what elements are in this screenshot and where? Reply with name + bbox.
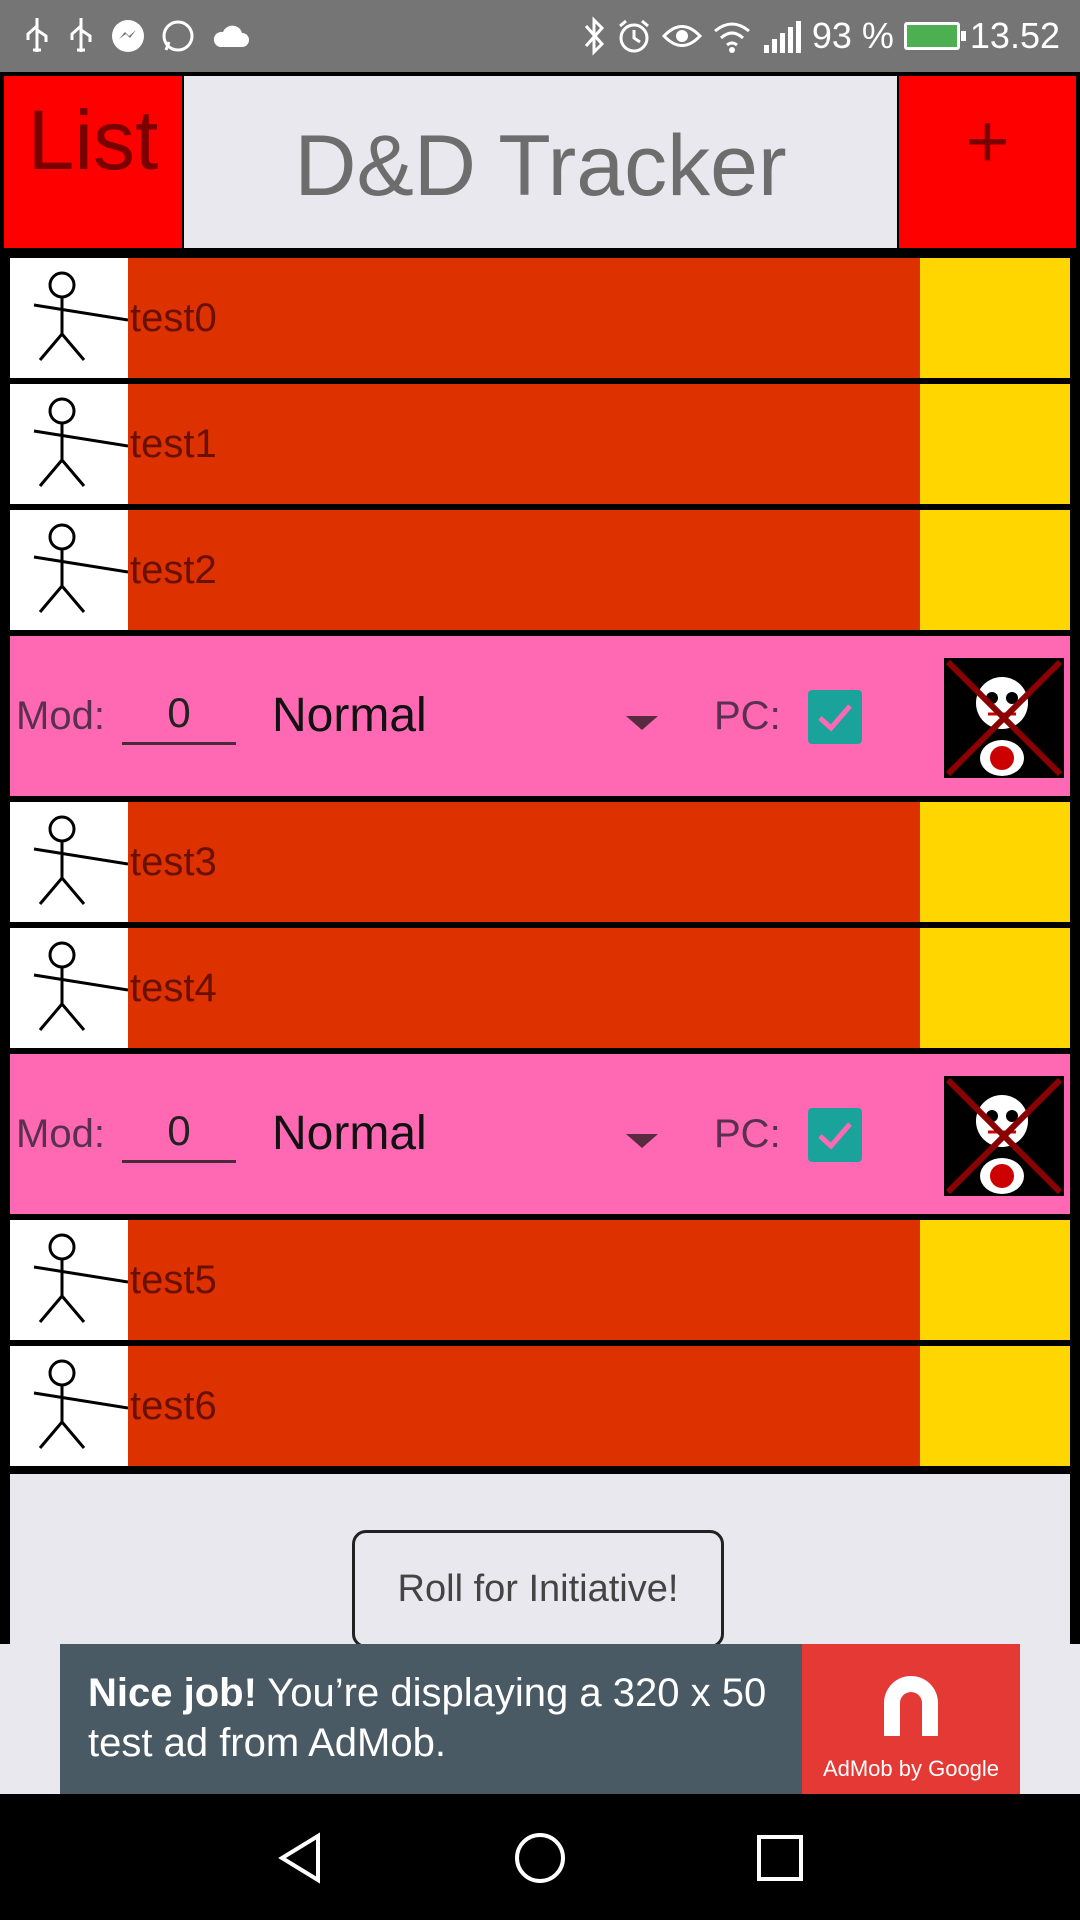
character-name[interactable]: test4	[128, 928, 920, 1048]
list-button[interactable]: List	[4, 76, 182, 248]
eye-icon	[661, 25, 702, 47]
character-detail-panel: Mod: 0 Normal PC:	[10, 636, 1070, 796]
notification-icons	[22, 14, 250, 58]
stick-figure-icon	[10, 802, 129, 922]
character-name[interactable]: test3	[128, 802, 920, 922]
list-item[interactable]: test6	[10, 1346, 1070, 1466]
advantage-select[interactable]: Normal	[272, 1106, 427, 1161]
app-frame: List D&D Tracker + test0 test1 test2 Mod…	[0, 72, 1080, 1702]
mod-label: Mod:	[16, 694, 105, 738]
back-icon[interactable]	[272, 1830, 328, 1886]
delete-character-icon[interactable]	[944, 658, 1064, 778]
status-bar: 93 % 13.52	[0, 0, 1080, 72]
ad-text: Nice job! You’re displaying a 320 x 50 t…	[88, 1668, 808, 1768]
home-icon[interactable]	[512, 1830, 568, 1886]
system-nav-bar	[0, 1794, 1080, 1920]
mod-label: Mod:	[16, 1112, 105, 1156]
initiative-box[interactable]	[920, 1220, 1070, 1340]
list-item[interactable]: test0	[10, 258, 1070, 378]
usb-icon	[26, 18, 48, 52]
stick-figure-icon	[10, 258, 129, 378]
initiative-box[interactable]	[920, 510, 1070, 630]
character-name[interactable]: test5	[128, 1220, 920, 1340]
wifi-icon	[713, 22, 750, 53]
list-item[interactable]: test1	[10, 384, 1070, 504]
stick-figure-icon	[10, 928, 129, 1048]
usb-icon	[70, 18, 92, 52]
character-name[interactable]: test2	[128, 510, 920, 630]
pc-label: PC:	[714, 1112, 781, 1156]
admob-logo: AdMob by Google	[802, 1644, 1020, 1794]
pc-label: PC:	[714, 694, 781, 738]
battery-icon	[903, 22, 966, 50]
battery-percent: 93 %	[811, 15, 894, 56]
messenger-icon	[112, 20, 144, 52]
app-header: List D&D Tracker +	[4, 76, 1076, 248]
page-title: D&D Tracker	[184, 76, 897, 248]
list-item[interactable]: test2	[10, 510, 1070, 630]
ad-bold-text: Nice job!	[88, 1671, 257, 1715]
pc-checkbox[interactable]	[808, 1108, 862, 1162]
initiative-box[interactable]	[920, 928, 1070, 1048]
add-button[interactable]: +	[899, 76, 1076, 248]
character-detail-panel: Mod: 0 Normal PC:	[10, 1054, 1070, 1214]
alarm-icon	[618, 19, 649, 53]
list-item[interactable]: test5	[10, 1220, 1070, 1340]
stick-figure-icon	[10, 1346, 129, 1466]
character-name[interactable]: test6	[128, 1346, 920, 1466]
admob-icon	[884, 1676, 938, 1736]
list-item[interactable]: test4	[10, 928, 1070, 1048]
pc-checkbox[interactable]	[808, 690, 862, 744]
roll-initiative-button[interactable]: Roll for Initiative!	[352, 1530, 724, 1648]
character-name[interactable]: test0	[128, 258, 920, 378]
admob-label: AdMob by Google	[822, 1756, 1000, 1781]
initiative-box[interactable]	[920, 1346, 1070, 1466]
character-list[interactable]: test0 test1 test2 Mod: 0 Normal PC: test…	[10, 258, 1070, 1474]
mod-input[interactable]: 0	[122, 1102, 236, 1163]
ad-banner[interactable]: Nice job! You’re displaying a 320 x 50 t…	[60, 1644, 1020, 1794]
stick-figure-icon	[10, 384, 129, 504]
initiative-box[interactable]	[920, 802, 1070, 922]
delete-character-icon[interactable]	[944, 1076, 1064, 1196]
clock: 13.52	[969, 15, 1060, 56]
whatsapp-icon	[162, 20, 194, 52]
mod-input[interactable]: 0	[122, 684, 236, 745]
stick-figure-icon	[10, 510, 129, 630]
recents-icon[interactable]	[752, 1830, 808, 1886]
advantage-select[interactable]: Normal	[272, 688, 427, 743]
stick-figure-icon	[10, 1220, 129, 1340]
signal-icon	[763, 21, 801, 53]
list-item[interactable]: test3	[10, 802, 1070, 922]
cloud-icon	[213, 25, 249, 47]
dropdown-arrow-icon[interactable]	[626, 716, 658, 730]
initiative-box[interactable]	[920, 258, 1070, 378]
initiative-box[interactable]	[920, 384, 1070, 504]
character-name[interactable]: test1	[128, 384, 920, 504]
bluetooth-icon	[584, 16, 604, 56]
dropdown-arrow-icon[interactable]	[626, 1134, 658, 1148]
